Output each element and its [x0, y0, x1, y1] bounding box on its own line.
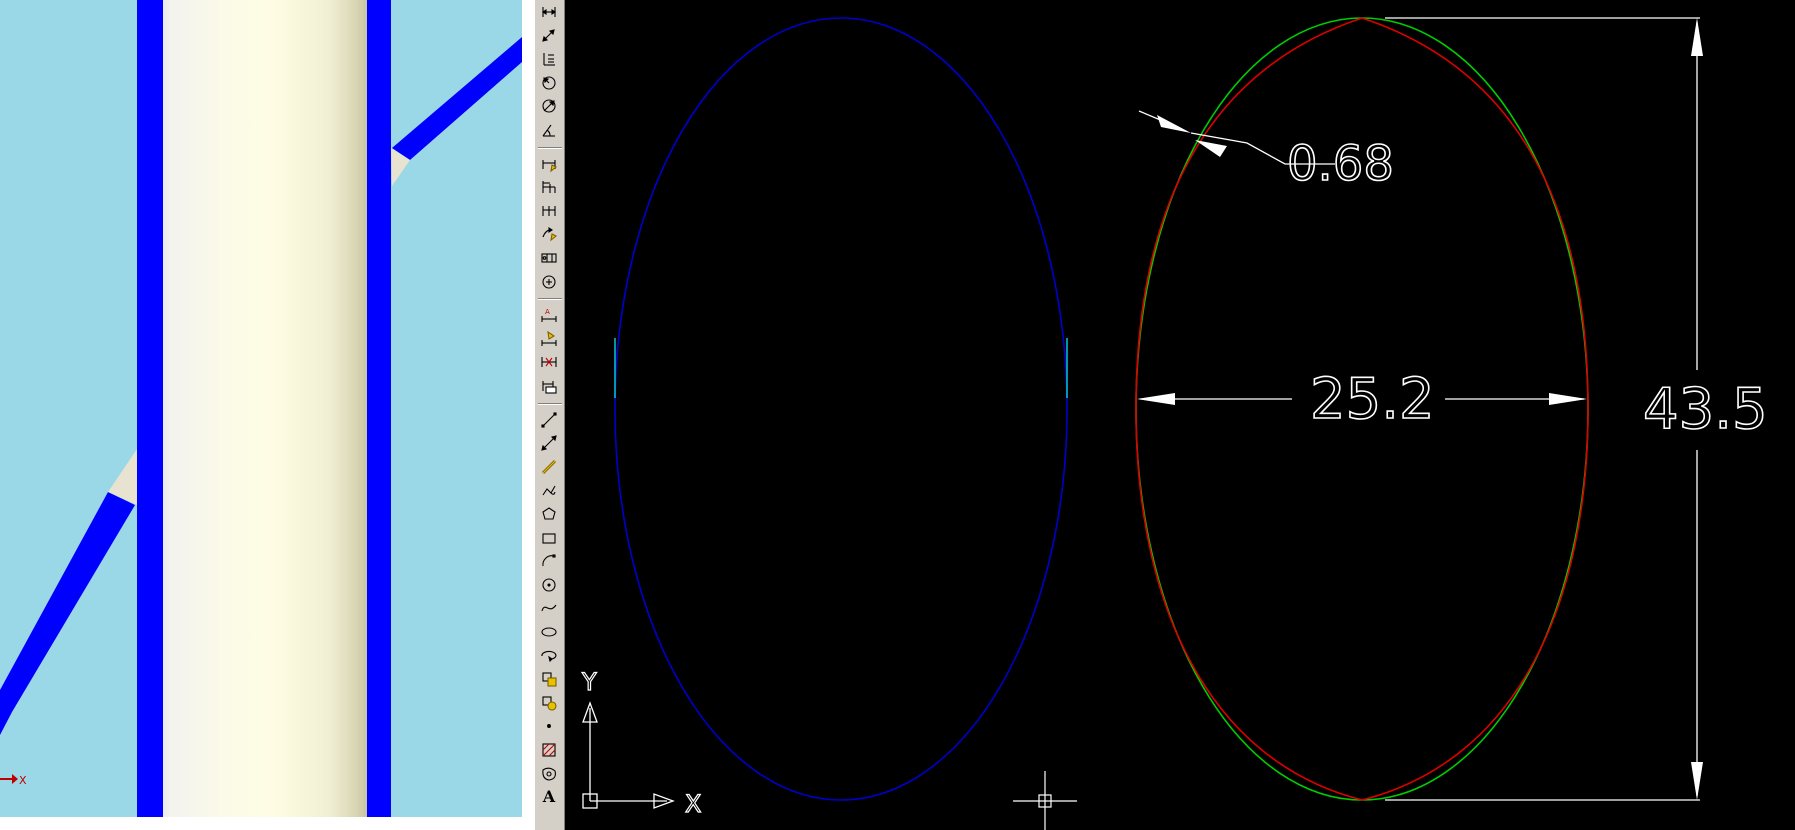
rectangle-button[interactable] — [538, 527, 560, 549]
region-button[interactable] — [538, 763, 560, 785]
width-arrow-left — [1137, 393, 1175, 405]
quick-dim-button[interactable] — [538, 153, 560, 175]
toolbar-separator — [538, 402, 562, 405]
ellipse-arc-icon — [541, 650, 557, 662]
make-block-button[interactable] — [538, 692, 560, 714]
toolbar-separator — [538, 146, 562, 149]
circle-icon — [542, 578, 556, 592]
dim-angular-icon — [542, 124, 555, 137]
dim-update-button[interactable] — [538, 351, 560, 373]
tolerance-icon — [541, 253, 557, 263]
point-icon — [547, 724, 551, 729]
center-mark-button[interactable] — [538, 271, 560, 293]
spline-icon — [541, 605, 557, 612]
dim-style-icon — [542, 381, 557, 394]
dim-ordinate-button[interactable] — [538, 48, 560, 70]
toolbar-separator — [538, 298, 562, 301]
dim-radius-icon — [542, 76, 556, 90]
ellipse-icon — [541, 627, 557, 637]
dim-aligned-button[interactable] — [538, 25, 560, 47]
xline-button[interactable] — [538, 432, 560, 454]
center-mark-icon — [542, 275, 556, 289]
tolerance-button[interactable] — [538, 247, 560, 269]
line-button[interactable] — [538, 409, 560, 431]
continue-dim-icon — [542, 205, 556, 216]
pline-button[interactable] — [538, 456, 560, 478]
ellipse-button[interactable] — [538, 621, 560, 643]
dim-angular-button[interactable] — [538, 119, 560, 141]
dim-linear-icon — [542, 7, 556, 17]
dim-update-icon — [541, 357, 557, 368]
dim-ordinate-icon — [543, 53, 555, 66]
dim-edit-button[interactable]: A — [538, 304, 560, 326]
height-arrow-bottom — [1691, 762, 1703, 800]
line-icon — [541, 412, 557, 428]
insert-block-icon — [542, 672, 557, 687]
quick-leader-button[interactable] — [538, 223, 560, 245]
height-arrow-top — [1691, 18, 1703, 56]
width-arrow-right — [1549, 393, 1587, 405]
dim-diameter-icon — [542, 99, 556, 113]
xline-icon — [541, 435, 557, 451]
rectangle-icon — [542, 533, 556, 544]
ellipse-arc-button[interactable] — [538, 645, 560, 667]
dim-text-edit-button[interactable] — [538, 328, 560, 350]
point-button[interactable] — [538, 715, 560, 737]
dim-text-edit-icon — [541, 330, 557, 346]
quick-dim-icon — [542, 159, 558, 172]
gap-arrow-inner — [1195, 140, 1227, 157]
dimension-text-gap[interactable]: 0.68 — [1286, 135, 1394, 193]
svg-text:A: A — [545, 308, 550, 316]
region-icon — [542, 767, 556, 781]
ucs-x-label: X — [685, 790, 701, 818]
left-ellipse[interactable] — [614, 17, 1068, 801]
center-shaft — [160, 0, 367, 817]
arc-icon — [542, 554, 556, 567]
ucs-y-label: Y — [581, 668, 597, 696]
pline-icon — [541, 459, 557, 474]
make-block-icon — [542, 696, 557, 711]
dim-diameter-button[interactable] — [538, 95, 560, 117]
cad-drawing-area[interactable]: 0.68 25.2 43.5 Y X — [565, 0, 1795, 830]
gap-arrow-outer — [1157, 115, 1191, 133]
circle-button[interactable] — [538, 574, 560, 596]
pane-separator — [522, 0, 535, 830]
dim-aligned-icon — [542, 28, 555, 42]
baseline-dim-icon — [542, 181, 556, 194]
quick-leader-icon — [542, 227, 558, 242]
dimension-text-width[interactable]: 25.2 — [1309, 366, 1435, 433]
continue-dim-button[interactable] — [538, 200, 560, 222]
dim-edit-icon: A — [541, 308, 557, 323]
hatch-icon — [542, 743, 556, 757]
insert-block-button[interactable] — [538, 668, 560, 690]
polyline-icon — [542, 486, 556, 496]
mtext-icon: A — [542, 787, 556, 807]
axis-label-x: X — [19, 774, 27, 787]
3d-model-view: X — [0, 0, 522, 817]
dim-style-button[interactable] — [538, 375, 560, 397]
3d-viewport[interactable]: X — [0, 0, 522, 817]
arc-button[interactable] — [538, 550, 560, 572]
crosshair-cursor — [1013, 771, 1077, 830]
polygon-icon — [542, 507, 556, 520]
cad-canvas: 0.68 25.2 43.5 Y X — [580, 17, 1768, 830]
baseline-dim-button[interactable] — [538, 176, 560, 198]
dimension-text-height[interactable]: 43.5 — [1642, 376, 1768, 443]
right-vertical-tube — [367, 0, 391, 817]
hatch-button[interactable] — [538, 739, 560, 761]
dim-radius-button[interactable] — [538, 72, 560, 94]
left-vertical-tube — [137, 0, 163, 817]
cad-toolbar: AA — [535, 0, 565, 830]
polyline-button[interactable] — [538, 479, 560, 501]
mtext-button[interactable]: A — [538, 786, 560, 808]
dim-linear-button[interactable] — [538, 1, 560, 23]
spline-button[interactable] — [538, 597, 560, 619]
polygon-button[interactable] — [538, 503, 560, 525]
